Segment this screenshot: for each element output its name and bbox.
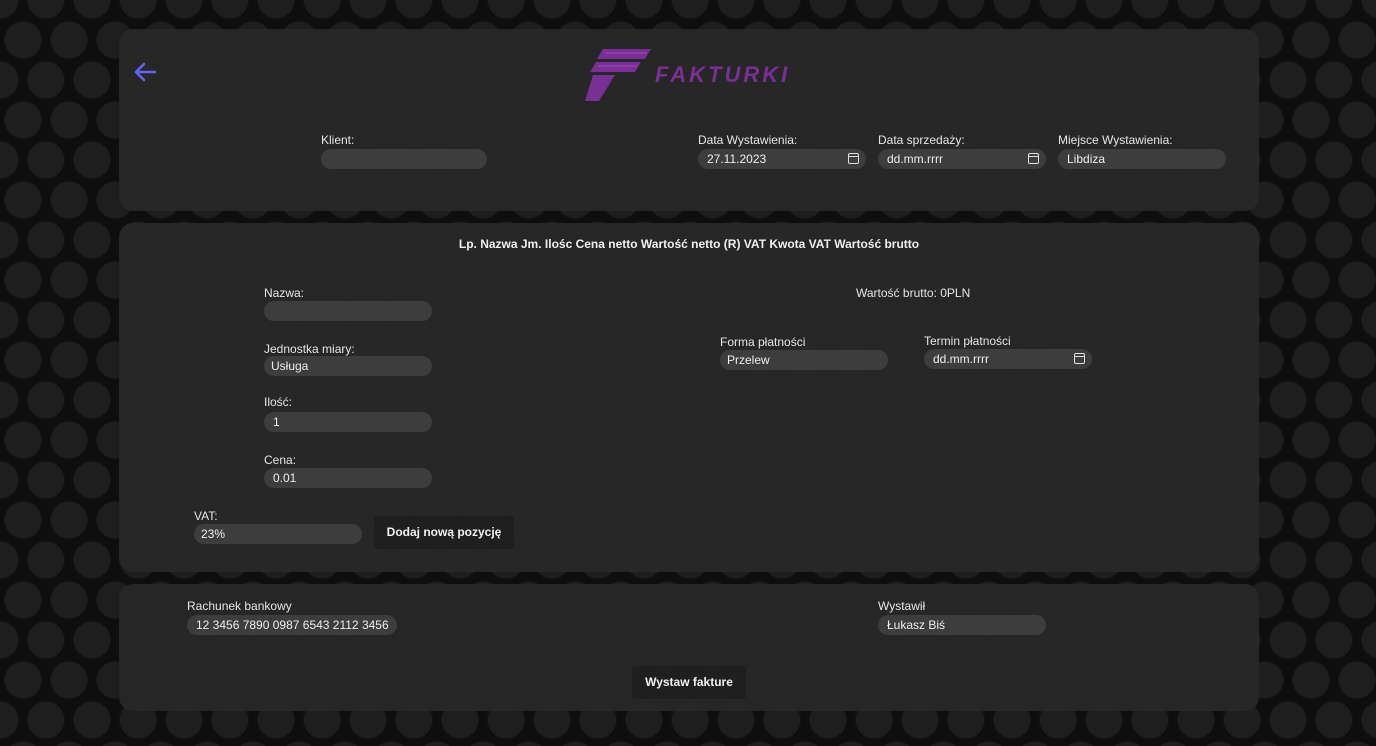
calendar-icon[interactable] [1028,153,1039,164]
issuer-label: Wystawił [878,599,926,613]
payment-due-input[interactable]: dd.mm.rrrr [924,349,1092,369]
submit-invoice-button[interactable]: Wystaw fakture [632,666,746,699]
payment-due-value: dd.mm.rrrr [933,352,989,366]
payment-due-label: Termin płatności [924,334,1011,348]
price-label: Cena: [264,453,297,467]
vat-label: VAT: [194,509,218,523]
bank-account-label: Rachunek bankowy [187,599,292,613]
place-label: Miejsce Wystawienia: [1058,133,1173,147]
quantity-label: Ilość: [264,395,293,409]
gross-total: Wartość brutto: 0PLN [856,286,971,300]
bank-account-input[interactable]: 12 3456 7890 0987 6543 2112 3456 [187,615,397,635]
issue-date-label: Data Wystawienia: [698,133,798,147]
sale-date-value: dd.mm.rrrr [887,152,943,166]
calendar-icon[interactable] [848,153,859,164]
payment-form-select[interactable]: Przelew [720,350,888,370]
invoice-items-panel: Lp. Nazwa Jm. Ilośc Cena netto Wartość n… [119,223,1259,572]
price-input[interactable]: 0.01 [264,468,432,488]
unit-label: Jednostka miary: [264,342,355,356]
client-input[interactable] [321,149,487,169]
sale-date-input[interactable]: dd.mm.rrrr [878,149,1046,169]
fakturki-logo-icon [585,49,651,101]
brand-name: FAKTURKI [655,62,791,87]
name-input[interactable] [264,301,432,321]
back-arrow-icon[interactable] [133,62,157,82]
add-item-button[interactable]: Dodaj nową pozycję [374,516,514,549]
items-table-header: Lp. Nazwa Jm. Ilośc Cena netto Wartość n… [458,237,920,251]
unit-select[interactable]: Usługa [264,356,432,376]
sale-date-label: Data sprzedaży: [878,133,965,147]
client-label: Klient: [321,133,355,147]
payment-form-label: Forma płatności [720,335,806,349]
issuer-input[interactable]: Łukasz Biś [878,615,1046,635]
place-input[interactable]: Libdiza [1058,149,1226,169]
issue-date-value: 27.11.2023 [707,152,767,166]
quantity-input[interactable]: 1 [264,412,432,432]
name-label: Nazwa: [264,286,305,300]
issue-date-input[interactable]: 27.11.2023 [698,149,866,169]
invoice-header-panel: FAKTURKI Klient: Data Wystawienia: 27.11… [119,29,1259,211]
calendar-icon[interactable] [1074,353,1085,364]
vat-select[interactable]: 23% [194,524,362,544]
invoice-footer-panel: Rachunek bankowy 12 3456 7890 0987 6543 … [119,584,1259,711]
